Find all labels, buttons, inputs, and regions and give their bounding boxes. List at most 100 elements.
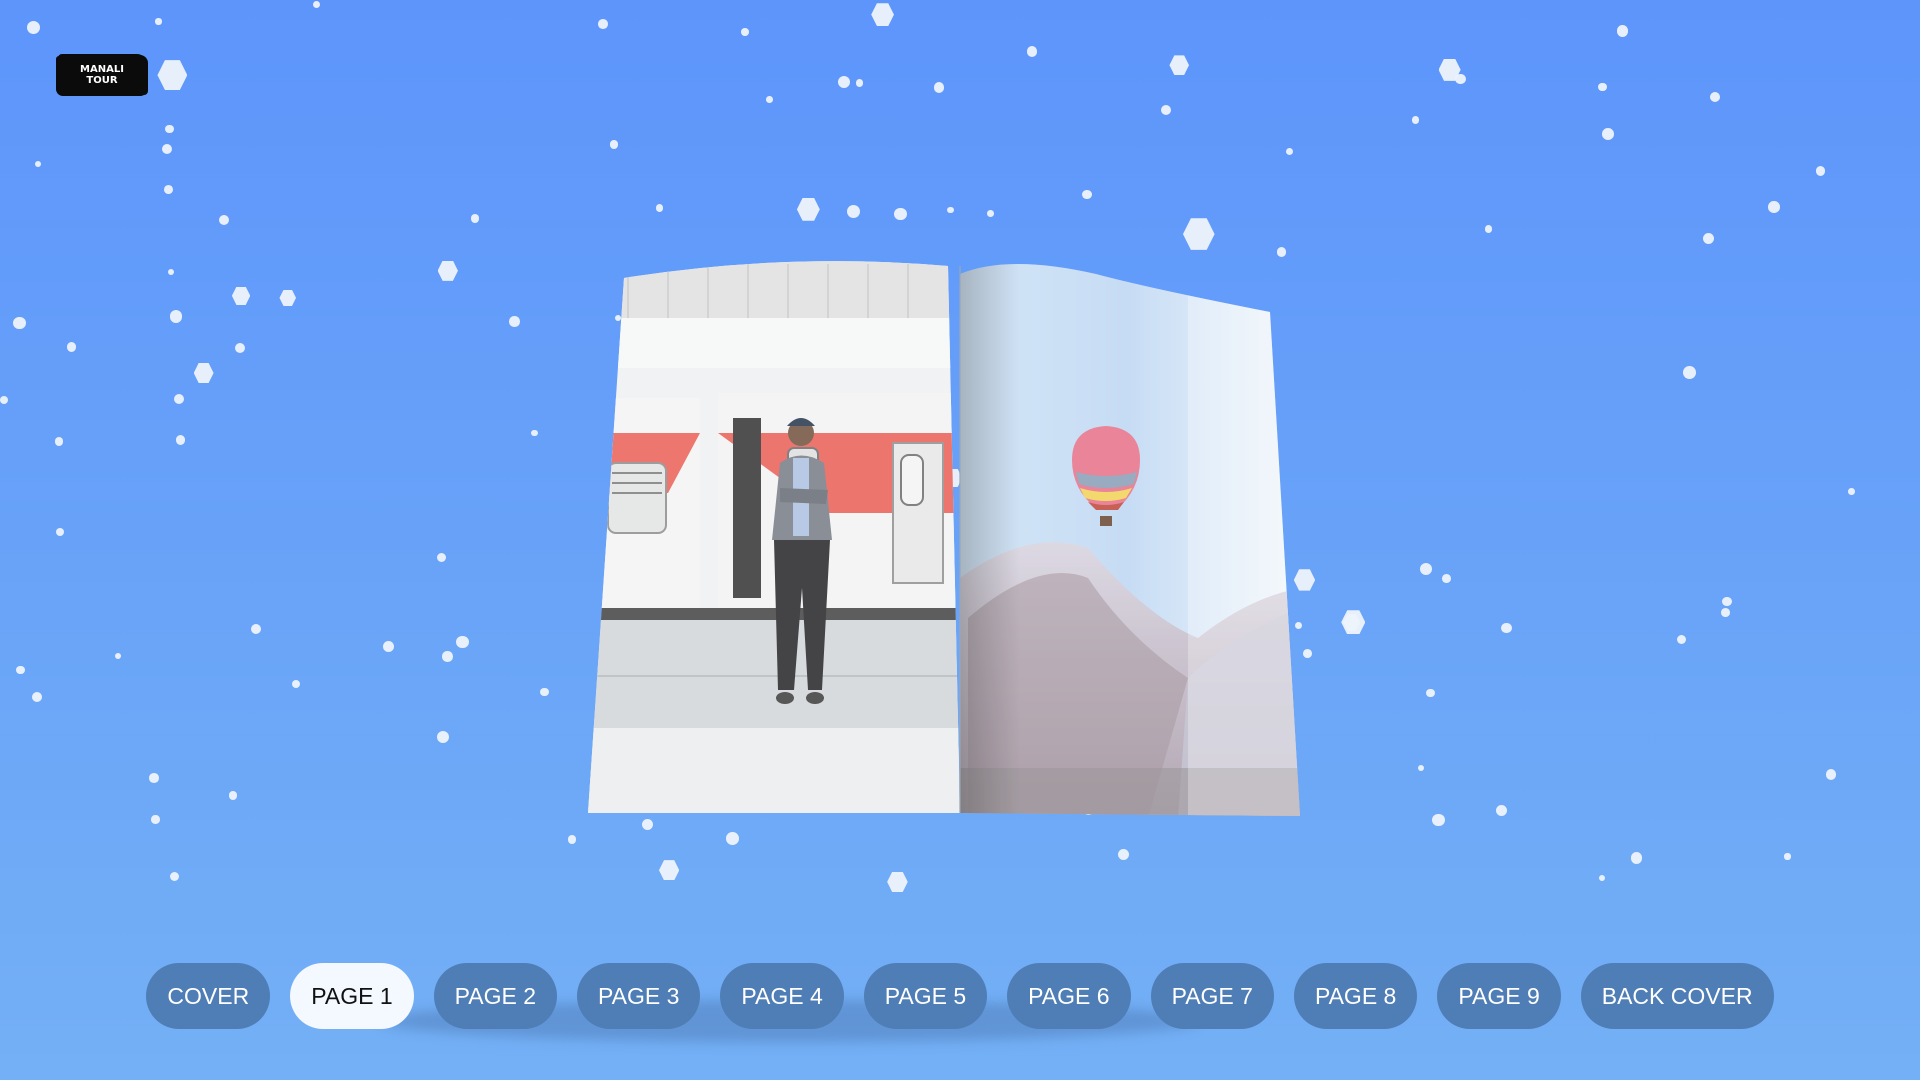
snowflake bbox=[1343, 613, 1361, 631]
snowflake bbox=[641, 818, 653, 830]
snowflake bbox=[871, 3, 894, 27]
snowflake bbox=[1597, 82, 1607, 92]
snowflake bbox=[169, 310, 183, 323]
snowflake bbox=[312, 0, 320, 8]
snowflake bbox=[1182, 218, 1215, 250]
nav-button-page-8[interactable]: PAGE 8 bbox=[1293, 963, 1418, 1029]
snowflake bbox=[169, 871, 179, 881]
nav-button-cover[interactable]: COVER bbox=[146, 963, 271, 1029]
snowflake bbox=[155, 18, 162, 25]
snowflake bbox=[13, 316, 26, 330]
nav-button-page-2[interactable]: PAGE 2 bbox=[433, 963, 557, 1029]
snowflake bbox=[26, 20, 40, 34]
snowflake bbox=[228, 791, 238, 801]
nav-button-page-6[interactable]: PAGE 6 bbox=[1007, 963, 1131, 1029]
snowflake bbox=[947, 206, 954, 214]
snowflake bbox=[741, 28, 749, 36]
snowflake bbox=[1484, 224, 1493, 233]
flipbook[interactable] bbox=[588, 258, 1302, 818]
nav-button-page-5[interactable]: PAGE 5 bbox=[863, 963, 988, 1029]
snowflake bbox=[1160, 104, 1171, 115]
snowflake bbox=[456, 635, 469, 649]
snowflake bbox=[1426, 688, 1435, 698]
snowflake bbox=[1784, 853, 1791, 860]
snowflake bbox=[1438, 58, 1461, 81]
snowflake bbox=[437, 260, 458, 281]
snowflake bbox=[175, 435, 186, 445]
snowflake bbox=[540, 687, 550, 697]
snowflake bbox=[193, 363, 214, 383]
snowflake bbox=[1617, 25, 1629, 37]
snowflake bbox=[1722, 596, 1732, 607]
snowflake bbox=[658, 860, 680, 881]
snowflake bbox=[846, 204, 860, 218]
snowflake bbox=[66, 342, 77, 352]
snowflake bbox=[1286, 148, 1294, 156]
snowflake bbox=[235, 343, 246, 354]
snowflake bbox=[471, 214, 480, 223]
snowflake bbox=[56, 528, 65, 537]
nav-button-page-9[interactable]: PAGE 9 bbox=[1437, 963, 1561, 1029]
snowflake bbox=[167, 268, 175, 276]
snowflake bbox=[1411, 116, 1420, 124]
right-page bbox=[960, 264, 1300, 816]
snowflake bbox=[1676, 635, 1686, 645]
snowflake bbox=[1683, 365, 1697, 379]
snowflake bbox=[1710, 92, 1721, 103]
logo[interactable]: MANALI TOUR bbox=[58, 54, 146, 96]
nav-button-page-4[interactable]: PAGE 4 bbox=[720, 963, 844, 1029]
snowflake bbox=[1815, 166, 1825, 176]
snowflake bbox=[1721, 607, 1731, 617]
snowflake bbox=[442, 651, 453, 662]
snowflake bbox=[1418, 764, 1425, 771]
snowflake bbox=[382, 640, 394, 652]
snowflake bbox=[1420, 563, 1433, 576]
snowflake bbox=[531, 429, 538, 437]
snowflake bbox=[161, 143, 172, 154]
snowflake bbox=[655, 203, 664, 212]
left-page bbox=[588, 261, 960, 814]
snowflake bbox=[115, 652, 122, 659]
nav-button-page-3[interactable]: PAGE 3 bbox=[577, 963, 701, 1029]
snowflake bbox=[0, 396, 9, 405]
snowflake bbox=[1848, 488, 1855, 495]
snowflake bbox=[1341, 610, 1366, 635]
snowflake bbox=[1455, 73, 1466, 85]
snowflake bbox=[1441, 574, 1451, 584]
snowflake bbox=[1501, 622, 1512, 634]
snowflake bbox=[855, 79, 864, 87]
snowflake bbox=[55, 437, 64, 446]
snowflake bbox=[149, 773, 159, 783]
snowflake bbox=[16, 665, 25, 675]
snowflake bbox=[796, 197, 820, 221]
flipbook-spread bbox=[588, 261, 1300, 816]
snowflake bbox=[1117, 848, 1129, 861]
snowflake bbox=[436, 552, 447, 563]
snowflake bbox=[219, 214, 230, 225]
snowflake bbox=[1303, 648, 1312, 658]
snowflake bbox=[34, 160, 41, 167]
snowflake bbox=[173, 393, 185, 405]
snowflake bbox=[1169, 55, 1190, 75]
snowflake bbox=[1495, 805, 1507, 816]
snowflake bbox=[567, 835, 577, 844]
snowflake bbox=[609, 140, 619, 149]
nav-button-back-cover[interactable]: BACK COVER bbox=[1580, 963, 1774, 1029]
snowflake bbox=[1630, 852, 1643, 864]
snowflake bbox=[250, 623, 261, 634]
snowflake bbox=[1768, 201, 1780, 213]
snowflake bbox=[509, 316, 520, 327]
snowflake bbox=[1432, 813, 1445, 827]
snowflake bbox=[1276, 247, 1287, 257]
snowflake bbox=[31, 691, 42, 702]
snowflake bbox=[279, 289, 297, 307]
snowflake bbox=[151, 815, 160, 824]
snowflake bbox=[157, 60, 188, 90]
snowflake bbox=[1602, 128, 1614, 140]
snowflake bbox=[933, 81, 945, 93]
nav-button-page-1[interactable]: PAGE 1 bbox=[290, 963, 414, 1029]
snowflake bbox=[987, 210, 994, 217]
snowflake bbox=[598, 18, 608, 29]
snowflake bbox=[1702, 232, 1715, 245]
nav-button-page-7[interactable]: PAGE 7 bbox=[1150, 963, 1274, 1029]
